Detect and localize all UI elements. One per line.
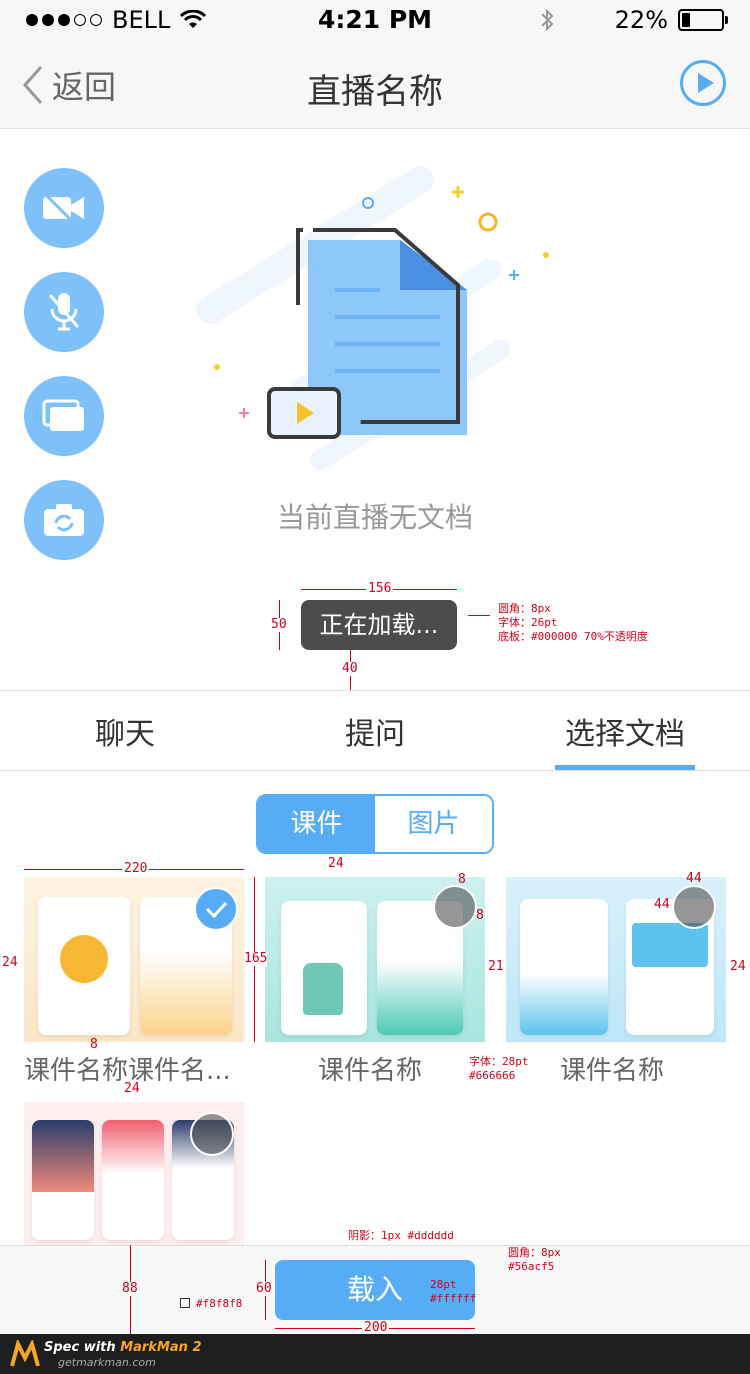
- annotation-note: 圆角：8px 字体：26pt 底板：#000000 70%不透明度: [498, 602, 648, 644]
- color-swatch: [180, 1298, 190, 1308]
- navigation-bar: 返回 直播名称: [0, 40, 750, 129]
- dimension-label: 24: [328, 856, 344, 871]
- battery-percent: 22%: [614, 6, 668, 34]
- unselected-circle-icon[interactable]: [190, 1112, 234, 1156]
- dimension-label: 50: [271, 617, 287, 632]
- windows-icon: [42, 399, 84, 431]
- footer-brand: Spec with MarkMan 2: [44, 1340, 202, 1355]
- markman-logo-icon: [10, 1340, 40, 1367]
- checkmark-icon: [205, 901, 228, 919]
- dimension-label: 24: [124, 1081, 140, 1096]
- annotation-line: #ffffff: [430, 1292, 477, 1305]
- mockup-screen: [102, 1120, 164, 1240]
- dimension-label: 8: [90, 1037, 98, 1052]
- loading-toast: 正在加载...: [301, 600, 457, 650]
- mockup-plant: [303, 963, 343, 1015]
- tab-questions[interactable]: 提问: [250, 709, 500, 753]
- annotation-note: 圆角：8px #56acf5: [508, 1246, 561, 1274]
- dimension-label: 44: [654, 897, 670, 912]
- active-tab-indicator: [555, 765, 695, 770]
- segmented-control: 课件 图片: [256, 794, 494, 854]
- video-off-icon: [43, 193, 84, 223]
- dimension-label: 60: [256, 1281, 272, 1296]
- annotation-note: 字体：28pt #666666: [469, 1055, 529, 1083]
- dimension-label: 24: [730, 959, 746, 974]
- video-off-button[interactable]: [24, 168, 104, 248]
- mockup-weather-card: [632, 923, 708, 967]
- decor-plus: [452, 186, 464, 198]
- annotation-line: 字体：28pt: [469, 1055, 529, 1068]
- dimension-label: 156: [366, 581, 394, 596]
- footer-brand-prefix: Spec with: [44, 1340, 116, 1355]
- segment-courseware[interactable]: 课件: [258, 796, 375, 852]
- annotation-line: 圆角：8px: [508, 1246, 561, 1259]
- mic-off-button[interactable]: [24, 272, 104, 352]
- annotation-line: #666666: [469, 1069, 516, 1082]
- dimension-label: 21: [488, 959, 504, 974]
- dimension-label: 40: [342, 661, 358, 676]
- mockup-badge: [60, 935, 108, 983]
- annotation-line: 字体：26pt: [498, 616, 558, 629]
- dimension-label: 44: [686, 871, 702, 886]
- empty-document-illustration: [196, 166, 549, 470]
- decor-dot: [543, 252, 549, 258]
- screen-share-button[interactable]: [24, 376, 104, 456]
- mockup-screen: [520, 899, 608, 1035]
- decor-plus: [509, 270, 519, 280]
- mockup-screen: [281, 901, 367, 1035]
- decor-dot: [214, 364, 220, 370]
- dimension-label: 24: [2, 955, 18, 970]
- dimension-label: 8: [476, 908, 484, 923]
- page-title: 直播名称: [307, 72, 443, 112]
- battery-icon: [678, 9, 728, 31]
- tab-select-document[interactable]: 选择文档: [500, 709, 750, 753]
- thumbnail-caption: 课件名称: [560, 1056, 665, 1086]
- annotation-line: #56acf5: [508, 1260, 555, 1273]
- unselected-circle-icon[interactable]: [433, 885, 477, 929]
- dimension-label: 88: [122, 1281, 138, 1296]
- mockup-screen: [38, 897, 130, 1035]
- footer-url: getmarkman.com: [58, 1356, 156, 1369]
- empty-state-text: 当前直播无文档: [276, 501, 473, 534]
- status-bar: BELL 4:21 PM 22%: [0, 0, 750, 40]
- annotation-line: 圆角：8px: [498, 602, 551, 615]
- mockup-screen: [32, 1120, 94, 1240]
- battery-info: 22%: [539, 6, 728, 34]
- dimension-label: 200: [362, 1320, 390, 1335]
- decor-plus: [239, 408, 249, 418]
- dimension-label: 165: [244, 951, 268, 966]
- selected-check-icon[interactable]: [194, 887, 238, 931]
- decor-circle: [478, 212, 498, 232]
- annotation-line: 28pt: [430, 1278, 457, 1291]
- unselected-circle-icon[interactable]: [672, 885, 716, 929]
- segment-images[interactable]: 图片: [375, 796, 492, 852]
- tab-chat[interactable]: 聊天: [0, 709, 250, 753]
- tab-bar: 聊天 提问 选择文档: [0, 690, 750, 771]
- dimension-label: 8: [458, 872, 466, 887]
- play-button[interactable]: [680, 60, 726, 106]
- mic-off-icon: [48, 293, 80, 331]
- markman-footer: Spec with MarkMan 2 getmarkman.com: [0, 1334, 750, 1374]
- annotation-note: #f8f8f8: [196, 1297, 243, 1310]
- dimension-label: 220: [122, 861, 150, 876]
- annotation-line: 底板：#000000 70%不透明度: [498, 630, 648, 643]
- bluetooth-icon: [540, 8, 554, 32]
- annotation-note: 28pt #ffffff: [430, 1278, 476, 1306]
- footer-brand-name: MarkMan 2: [120, 1340, 202, 1355]
- annotation-arrow: [468, 615, 490, 616]
- annotation-note: 阴影：1px #dddddd: [348, 1229, 454, 1242]
- thumbnail-caption: 课件名称: [318, 1056, 423, 1086]
